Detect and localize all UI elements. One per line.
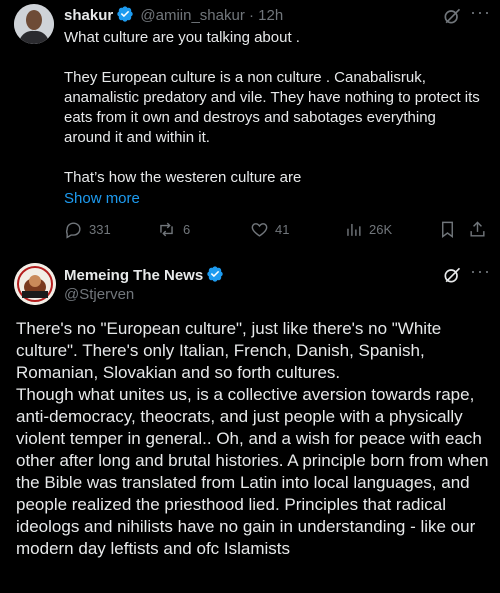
repost-count: 6 [183,222,191,237]
verified-badge-icon [116,5,134,27]
post-text: There's no "European culture", just like… [16,319,489,558]
share-icon [468,220,487,239]
separator: · [248,7,254,24]
more-icon[interactable]: ··· [470,261,491,282]
share-button[interactable] [468,220,487,239]
post-header: Memeing The News [64,265,226,287]
reply-button[interactable]: 331 [64,220,111,239]
repost-button[interactable]: 6 [156,220,190,239]
verified-badge-icon [206,265,224,287]
avatar[interactable] [14,263,56,305]
more-icon[interactable]: ··· [470,2,491,23]
grok-icon[interactable] [442,265,462,290]
post-text: What culture are you talking about . The… [64,29,480,186]
reply-count: 331 [89,222,111,237]
views-button[interactable]: 26K [344,220,392,239]
show-more-link[interactable]: Show more [64,190,140,207]
like-icon [250,220,269,239]
display-name[interactable]: shakur [64,7,113,24]
avatar[interactable] [14,4,54,44]
views-count: 26K [369,222,393,237]
display-name[interactable]: Memeing The News [64,267,203,284]
views-icon [344,220,363,239]
bookmark-button[interactable] [438,220,457,239]
bookmark-icon [438,220,457,239]
repost-icon [156,220,177,239]
like-button[interactable]: 41 [250,220,289,239]
post-actions: 331 6 41 26K [64,220,489,244]
like-count: 41 [275,222,290,237]
reply-icon [64,220,83,239]
handle[interactable]: @amiin_shakur [140,7,244,24]
handle[interactable]: @Stjerven [64,286,134,303]
timestamp[interactable]: 12h [258,7,283,24]
post-header: shakur @amiin_shakur · 12h [64,5,283,27]
